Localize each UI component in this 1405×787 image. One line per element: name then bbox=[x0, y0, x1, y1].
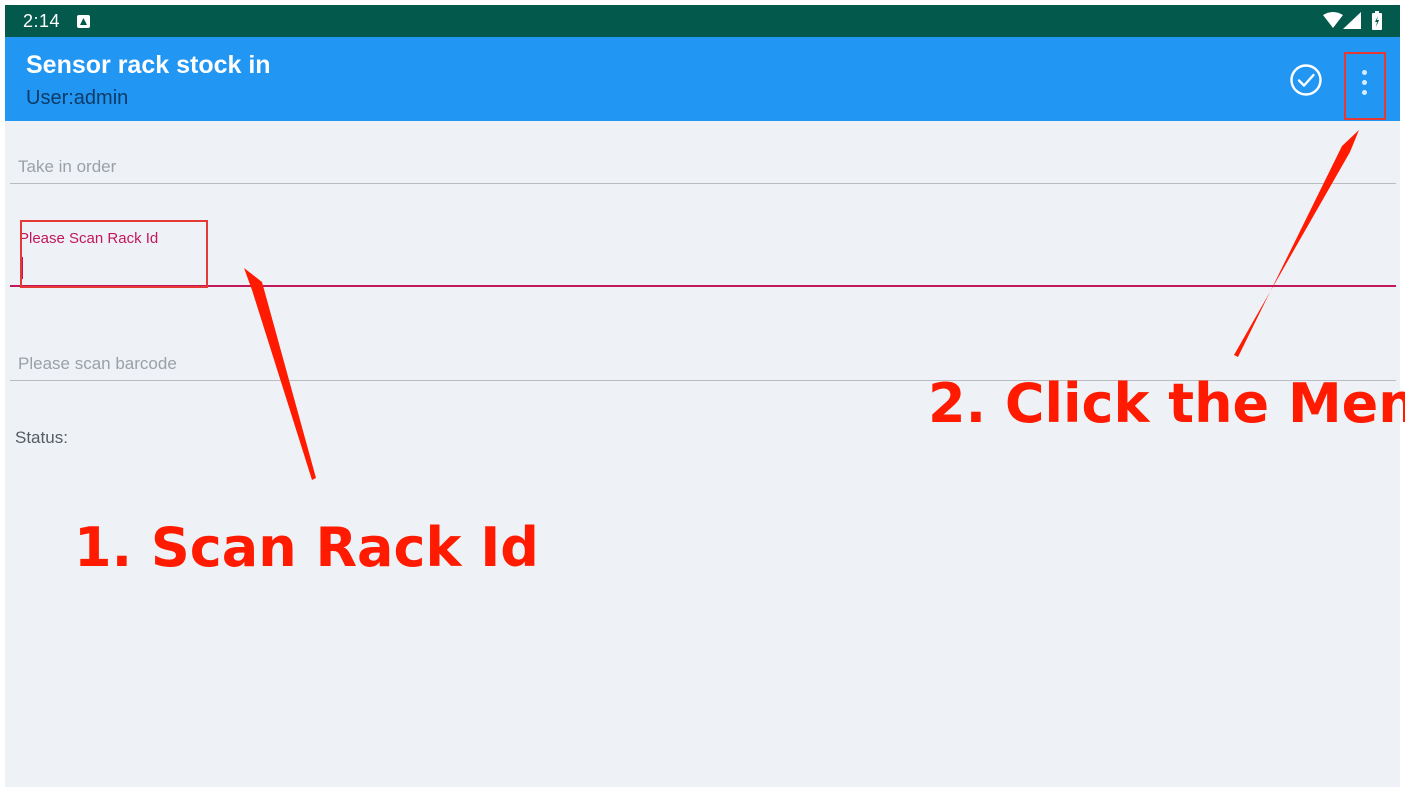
app-title: Sensor rack stock in bbox=[26, 51, 271, 79]
take-in-order-input[interactable]: Take in order bbox=[18, 157, 116, 177]
rack-id-input[interactable] bbox=[10, 285, 1396, 287]
signal-icon bbox=[1343, 12, 1361, 29]
more-vert-dot bbox=[1362, 90, 1367, 95]
status-label: Status: bbox=[15, 428, 68, 447]
battery-icon bbox=[1372, 11, 1382, 30]
more-vert-icon bbox=[1362, 70, 1367, 75]
wifi-icon bbox=[1323, 12, 1343, 28]
annotation-step-2: 2. Click the Menu bbox=[928, 372, 1405, 435]
rack-id-highlight-box bbox=[20, 220, 208, 288]
annotation-step-1: 1. Scan Rack Id bbox=[74, 516, 539, 579]
status-time: 2:14 bbox=[23, 11, 61, 31]
barcode-input[interactable]: Please scan barcode bbox=[18, 354, 177, 374]
take-in-order-underline bbox=[10, 183, 1396, 184]
overflow-menu-button[interactable] bbox=[1344, 52, 1386, 120]
status-bar: 2:14 bbox=[5, 5, 1400, 37]
app-bar: Sensor rack stock in User:admin bbox=[5, 37, 1400, 121]
app-subtitle: User:admin bbox=[26, 87, 129, 109]
check-circle-icon[interactable] bbox=[1288, 62, 1324, 98]
notification-icon bbox=[77, 15, 90, 28]
more-vert-dot bbox=[1362, 80, 1367, 85]
